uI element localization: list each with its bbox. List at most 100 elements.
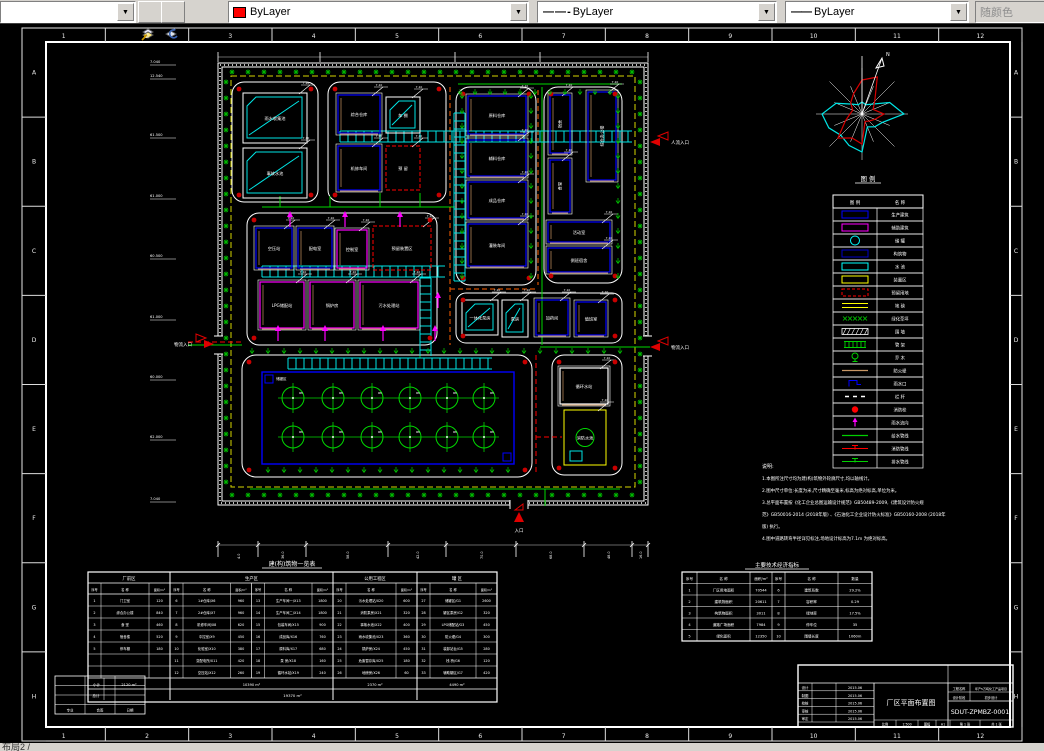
svg-text:520: 520: [156, 635, 162, 639]
svg-text:名 称: 名 称: [449, 587, 457, 592]
color-value: ByLayer: [250, 6, 291, 18]
chevron-down-icon[interactable]: ▼: [117, 3, 134, 21]
svg-text:2015.06: 2015.06: [848, 702, 862, 706]
color-control-dropdown[interactable]: ByLayer ▼: [228, 1, 529, 23]
chevron-down-icon[interactable]: ▼: [510, 3, 527, 21]
svg-text:760: 760: [319, 635, 325, 639]
svg-text:7.10: 7.10: [606, 236, 613, 240]
svg-text:序号: 序号: [686, 576, 694, 581]
svg-text:配电室: 配电室: [309, 245, 322, 252]
svg-text:食堂: 食堂: [557, 182, 564, 190]
legend-panel: 图 例图 例名 称生产建筑辅助建筑储 罐构筑物水 池装置区预留用地地 磅绿化草坪…: [832, 174, 924, 469]
svg-text:罐区泵房/G2: 罐区泵房/G2: [443, 610, 463, 615]
svg-text:120: 120: [156, 599, 162, 603]
lineweight-control-dropdown[interactable]: —— ByLayer ▼: [785, 1, 969, 23]
svg-text:面积/m²: 面积/m²: [235, 587, 247, 592]
svg-text:12.540: 12.540: [150, 74, 163, 78]
layout-tab[interactable]: 布局2 /: [2, 743, 30, 751]
svg-text:5: 5: [395, 33, 399, 40]
svg-text:锅炉房/X24: 锅炉房/X24: [362, 646, 380, 651]
svg-text:3: 3: [228, 33, 232, 40]
svg-text:20611: 20611: [755, 600, 766, 604]
svg-text:900: 900: [319, 623, 325, 627]
linetype-control-dropdown[interactable]: — — - ByLayer ▼: [537, 1, 777, 23]
svg-text:8: 8: [645, 33, 649, 40]
lineweight-value: ByLayer: [814, 6, 855, 18]
svg-text:日期: 日期: [127, 708, 134, 713]
svg-text:450: 450: [483, 623, 489, 627]
svg-text:化验室/X10: 化验室/X10: [198, 646, 216, 651]
svg-text:物流入口: 物流入口: [174, 341, 192, 348]
svg-text:11: 11: [893, 33, 901, 40]
building: 7.10 消防水池: [563, 398, 614, 466]
svg-text:名 称: 名 称: [284, 587, 292, 592]
svg-text:1.本图所注尺寸均为建(构)筑物外轮廓尺寸,均以轴线计。: 1.本图所注尺寸均为建(构)筑物外轮廓尺寸,均以轴线计。: [762, 475, 872, 482]
drawing-canvas[interactable]: 112233445566778899101011111212A AB BC CD DE E…: [0, 24, 1044, 743]
svg-text:2015.06: 2015.06: [848, 686, 862, 690]
building: 7.10 预留装置区: [372, 214, 439, 271]
svg-text:7.10: 7.10: [522, 212, 529, 216]
svg-text:20: 20: [337, 599, 341, 603]
svg-text:15: 15: [256, 623, 260, 627]
building: 7.10空压站: [253, 216, 300, 271]
plotstyle-value: 随颜色: [980, 7, 1013, 19]
indicator-table: 主要技术经济指标序号 名 称 面积/m² 序号 名 称 数量 1 厂区用地面积 70544 6 建筑…: [681, 561, 873, 642]
svg-text:E: E: [32, 426, 36, 433]
svg-text:总计: 总计: [92, 693, 100, 698]
svg-text:420: 420: [483, 671, 489, 675]
svg-text:空压站/X12: 空压站/X12: [198, 670, 216, 675]
svg-text:面积/m²: 面积/m²: [154, 587, 166, 592]
svg-text:7.10: 7.10: [363, 218, 370, 222]
legend-symbol-rect: [841, 275, 869, 284]
svg-text:7.10: 7.10: [606, 210, 613, 214]
building: 7.10 一体化泵房: [461, 288, 506, 336]
layer-previous-button[interactable]: [161, 1, 185, 39]
site-plan: 7.10 雨水收集池 7.10 事故水池 7.10 综合仓库 7.10 车 棚 7.10 机修车间…: [150, 52, 689, 559]
svg-text:图 例: 图 例: [860, 174, 875, 183]
svg-text:H: H: [32, 693, 37, 700]
svg-text:36.0: 36.0: [281, 551, 285, 559]
svg-text:生产车间一/X13: 生产车间一/X13: [276, 598, 301, 603]
color-swatch: [233, 6, 246, 18]
svg-text:绿化面积: 绿化面积: [716, 634, 731, 639]
svg-text:循环水站: 循环水站: [576, 383, 593, 390]
svg-text:2: 2: [145, 733, 149, 740]
svg-text:450: 450: [403, 647, 409, 651]
svg-text:25: 25: [337, 659, 341, 663]
svg-text:24: 24: [337, 647, 341, 651]
svg-text:12: 12: [174, 671, 178, 675]
svg-text:数量: 数量: [851, 576, 859, 581]
svg-text:460: 460: [156, 623, 162, 627]
svg-text:30: 30: [421, 635, 425, 639]
svg-text:综合办公楼: 综合办公楼: [599, 126, 606, 147]
legend-symbol-ladder: [844, 341, 866, 348]
svg-text:2015.06: 2015.06: [848, 717, 862, 721]
svg-text:LPG储配站: LPG储配站: [272, 302, 293, 309]
svg-text:活动室: 活动室: [573, 229, 586, 236]
layer-dropdown[interactable]: ▼: [0, 1, 136, 23]
svg-text:生产建筑: 生产建筑: [891, 212, 909, 219]
chevron-down-icon[interactable]: ▼: [950, 3, 967, 21]
svg-text:Φ8: Φ8: [490, 391, 494, 395]
make-object-layer-current-button[interactable]: [138, 1, 162, 41]
svg-text:10: 10: [810, 33, 818, 40]
svg-text:雨水收集池/X23: 雨水收集池/X23: [359, 634, 384, 639]
svg-text:预留装置区: 预留装置区: [392, 245, 413, 252]
svg-text:小计: 小计: [93, 682, 101, 687]
svg-text:储 罐: 储 罐: [895, 238, 906, 245]
svg-text:设计: 设计: [802, 685, 809, 690]
legend-symbol-tree: [851, 352, 859, 362]
svg-text:7: 7: [562, 733, 566, 740]
svg-text:范》GB50016-2014 (2018年版) 、《石油化工: 范》GB50016-2014 (2018年版) 、《石油化工企业设计防火标准》G…: [762, 511, 946, 518]
svg-text:280: 280: [483, 647, 489, 651]
layout-tab-bar[interactable]: 布局2 /: [0, 743, 1044, 751]
svg-text:240: 240: [319, 671, 325, 675]
building: 7.10 值班室: [573, 290, 614, 338]
svg-text:17: 17: [256, 647, 260, 651]
svg-text:26: 26: [337, 671, 341, 675]
chevron-down-icon[interactable]: ▼: [758, 3, 775, 21]
svg-text:排水管线: 排水管线: [891, 459, 909, 466]
svg-text:道路广场面积: 道路广场面积: [713, 622, 735, 627]
svg-text:面积/m²: 面积/m²: [317, 587, 329, 592]
svg-text:机修车间/X8: 机修车间/X8: [197, 622, 216, 627]
